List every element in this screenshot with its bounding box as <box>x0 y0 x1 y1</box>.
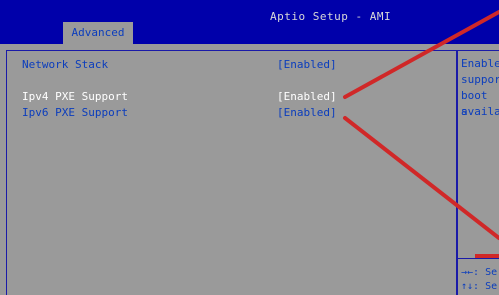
key-legend-divider <box>458 258 499 259</box>
help-line: availa <box>461 105 499 118</box>
tab-advanced[interactable]: Advanced <box>63 22 133 44</box>
setting-label: Network Stack <box>22 58 109 71</box>
setting-value[interactable]: [Enabled] <box>277 90 337 104</box>
setting-label: Ipv6 PXE Support <box>22 106 128 119</box>
window-title: Aptio Setup - AMI <box>270 10 392 23</box>
help-line: Enable <box>461 57 499 70</box>
setting-label: Ipv4 PXE Support <box>22 90 128 103</box>
key-legend-line: →←: Se <box>461 267 498 278</box>
bios-header: Aptio Setup - AMI Advanced <box>0 0 499 44</box>
setting-network-stack[interactable]: Network Stack [Enabled] <box>22 58 452 72</box>
panel-border-left <box>6 50 7 295</box>
setting-ipv6-pxe-support[interactable]: Ipv6 PXE Support [Enabled] <box>22 106 452 120</box>
settings-panel <box>0 44 499 295</box>
setting-value[interactable]: [Enabled] <box>277 58 337 72</box>
panel-border-top <box>6 50 499 51</box>
setting-value[interactable]: [Enabled] <box>277 106 337 120</box>
key-legend-line: ↑↓: Se <box>461 281 498 292</box>
setting-ipv4-pxe-support[interactable]: Ipv4 PXE Support [Enabled] <box>22 90 452 104</box>
help-line: suppor <box>461 73 499 86</box>
